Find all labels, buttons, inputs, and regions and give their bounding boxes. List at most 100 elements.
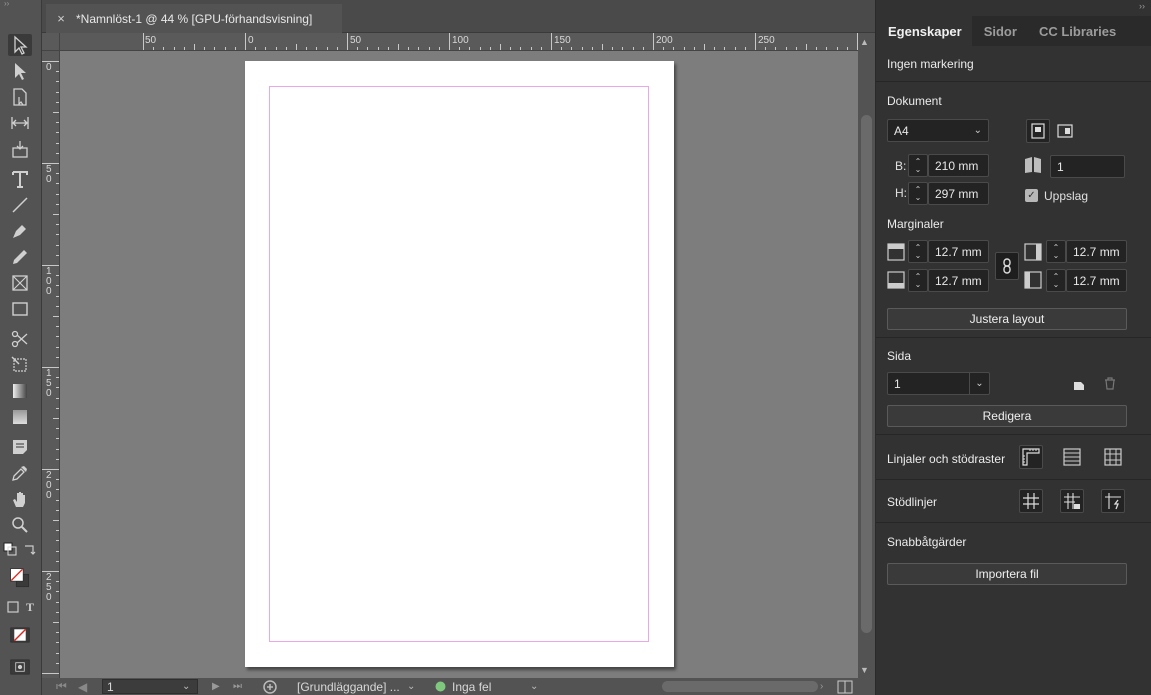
adjust-layout-button[interactable]: Justera layout [887,308,1127,330]
margin-bottom-value: 12.7 mm [935,273,982,288]
formatting-container-icon[interactable] [6,600,20,614]
smart-guides-icon[interactable] [1101,489,1125,513]
chevron-down-icon[interactable]: ⌄ [969,373,989,394]
ruler-origin[interactable] [42,33,60,51]
margin-right-field[interactable]: 12.7 mm [1066,240,1127,263]
page-dropdown-chevron-icon[interactable]: ⌄ [182,678,190,695]
margin-right-stepper[interactable]: ⌃ ⌄ [1046,240,1066,263]
margin-left-stepper[interactable]: ⌃ ⌄ [1046,269,1066,292]
free-transform-tool-icon[interactable] [8,354,32,376]
landscape-orientation-icon[interactable] [1053,119,1077,143]
margin-left-field[interactable]: 12.7 mm [1066,269,1127,292]
screen-mode-icon[interactable] [6,656,34,678]
rectangle-frame-tool-icon[interactable] [8,272,32,294]
scroll-down-icon[interactable]: ▼ [860,665,869,675]
new-page-icon[interactable] [1073,378,1085,396]
direct-selection-tool-icon[interactable] [8,60,32,82]
gradient-feather-tool-icon[interactable] [8,406,32,428]
link-margins-icon[interactable] [995,252,1019,280]
margin-bottom-field[interactable]: 12.7 mm [928,269,989,292]
height-field[interactable]: 297 mm [928,182,989,205]
document-tab[interactable]: × *Namnlöst-1 @ 44 % [GPU-förhandsvisnin… [46,4,342,33]
edit-page-button[interactable]: Redigera [887,405,1127,427]
quick-actions-section: Snabbåtgärder Importera fil [876,523,1151,603]
scroll-up-icon[interactable]: ▲ [860,37,869,47]
content-collector-icon[interactable] [8,138,32,160]
preflight-chevron-icon[interactable]: ⌄ [530,678,538,695]
next-page-icon[interactable]: ▶ [212,678,220,695]
note-tool-icon[interactable] [8,436,32,458]
gradient-swatch-tool-icon[interactable] [8,380,32,402]
apply-none-icon[interactable] [6,624,34,646]
current-page-select[interactable]: 1 ⌄ [887,372,990,395]
pencil-tool-icon[interactable] [8,246,32,268]
margin-top-field[interactable]: 12.7 mm [928,240,989,263]
margin-left-icon [1024,271,1042,294]
ruler-label: 0 [248,35,254,46]
formatting-text-icon[interactable]: T [23,600,37,614]
preflight-status[interactable]: Inga fel [452,678,491,695]
zoom-tool-icon[interactable] [8,514,32,536]
margin-bottom-stepper[interactable]: ⌃ ⌄ [908,269,928,292]
tab-pages[interactable]: Sidor [972,16,1027,46]
split-view-icon[interactable] [837,678,853,695]
panel-collapse-icon[interactable]: ›› [876,0,1151,16]
chevron-down-icon: ⌄ [973,125,982,136]
previous-page-icon[interactable]: ◀ [78,678,87,695]
fill-stroke-swatch[interactable] [4,562,36,594]
facing-pages-checkbox[interactable]: ✓ [1025,189,1038,202]
tab-properties[interactable]: Egenskaper [876,16,972,46]
delete-page-icon[interactable] [1104,377,1116,395]
vertical-scrollbar[interactable]: ▲ ▼ [858,33,875,678]
toolbar-grip[interactable]: ›› [0,0,41,8]
ruler-label: 150 [554,35,571,46]
show-guides-icon[interactable] [1019,489,1043,513]
rulers-grids-section: Linjaler och stödraster [876,435,1151,480]
height-stepper[interactable]: ⌃ ⌄ [908,182,928,205]
close-tab-icon[interactable]: × [46,11,76,26]
rulers-grids-title: Linjaler och stödraster [887,452,1006,466]
width-stepper[interactable]: ⌃ ⌄ [908,154,928,177]
line-tool-icon[interactable] [8,194,32,216]
horizontal-scroll-thumb[interactable] [662,681,818,692]
horizontal-ruler[interactable]: 50 0 50 100 150 200 250 [60,33,858,51]
ruler-label: 50 [145,35,157,46]
last-page-icon[interactable]: ⏭ [233,678,242,695]
ruler-label: 1 5 0 [46,368,52,399]
first-page-icon[interactable]: ⏮ [56,678,67,695]
pages-count-field[interactable]: 1 [1050,155,1125,178]
rulers-toggle-icon[interactable] [1019,445,1043,469]
page-tool-icon[interactable] [8,86,32,108]
selection-tool-icon[interactable] [8,34,32,56]
scroll-right-icon[interactable]: › [820,678,823,695]
ruler-label: 5 0 [46,164,52,185]
vertical-scroll-thumb[interactable] [861,115,872,633]
width-field[interactable]: 210 mm [928,154,989,177]
document-grid-icon[interactable] [1101,445,1125,469]
scissors-tool-icon[interactable] [8,328,32,350]
margin-top-stepper[interactable]: ⌃ ⌄ [908,240,928,263]
hand-tool-icon[interactable] [8,488,32,510]
portrait-orientation-icon[interactable] [1026,119,1050,143]
import-file-button[interactable]: Importera fil [887,563,1127,585]
pasteboard[interactable] [60,51,858,678]
swap-fill-stroke-icon[interactable] [23,542,37,556]
document-page[interactable] [245,61,674,667]
preflight-status-icon [435,678,446,695]
page-size-select[interactable]: A4 ⌄ [887,119,989,142]
eyedropper-tool-icon[interactable] [8,462,32,484]
vertical-ruler[interactable]: 0 5 0 1 0 0 1 5 0 2 0 0 2 5 0 [42,51,60,678]
lock-guides-icon[interactable] [1060,489,1084,513]
gap-tool-icon[interactable] [8,112,32,134]
tab-cc-libraries[interactable]: CC Libraries [1027,16,1121,46]
guides-section: Stödlinjer [876,480,1151,523]
preflight-profile[interactable]: [Grundläggande] ... [297,678,400,695]
pen-tool-icon[interactable] [8,220,32,242]
default-fill-stroke-icon[interactable] [3,542,17,556]
type-tool-icon[interactable] [8,168,32,190]
profile-chevron-icon[interactable]: ⌄ [407,678,415,695]
baseline-grid-icon[interactable] [1060,445,1084,469]
rectangle-tool-icon[interactable] [8,298,32,320]
page-size-value: A4 [894,123,909,138]
open-page-icon[interactable] [262,678,278,695]
